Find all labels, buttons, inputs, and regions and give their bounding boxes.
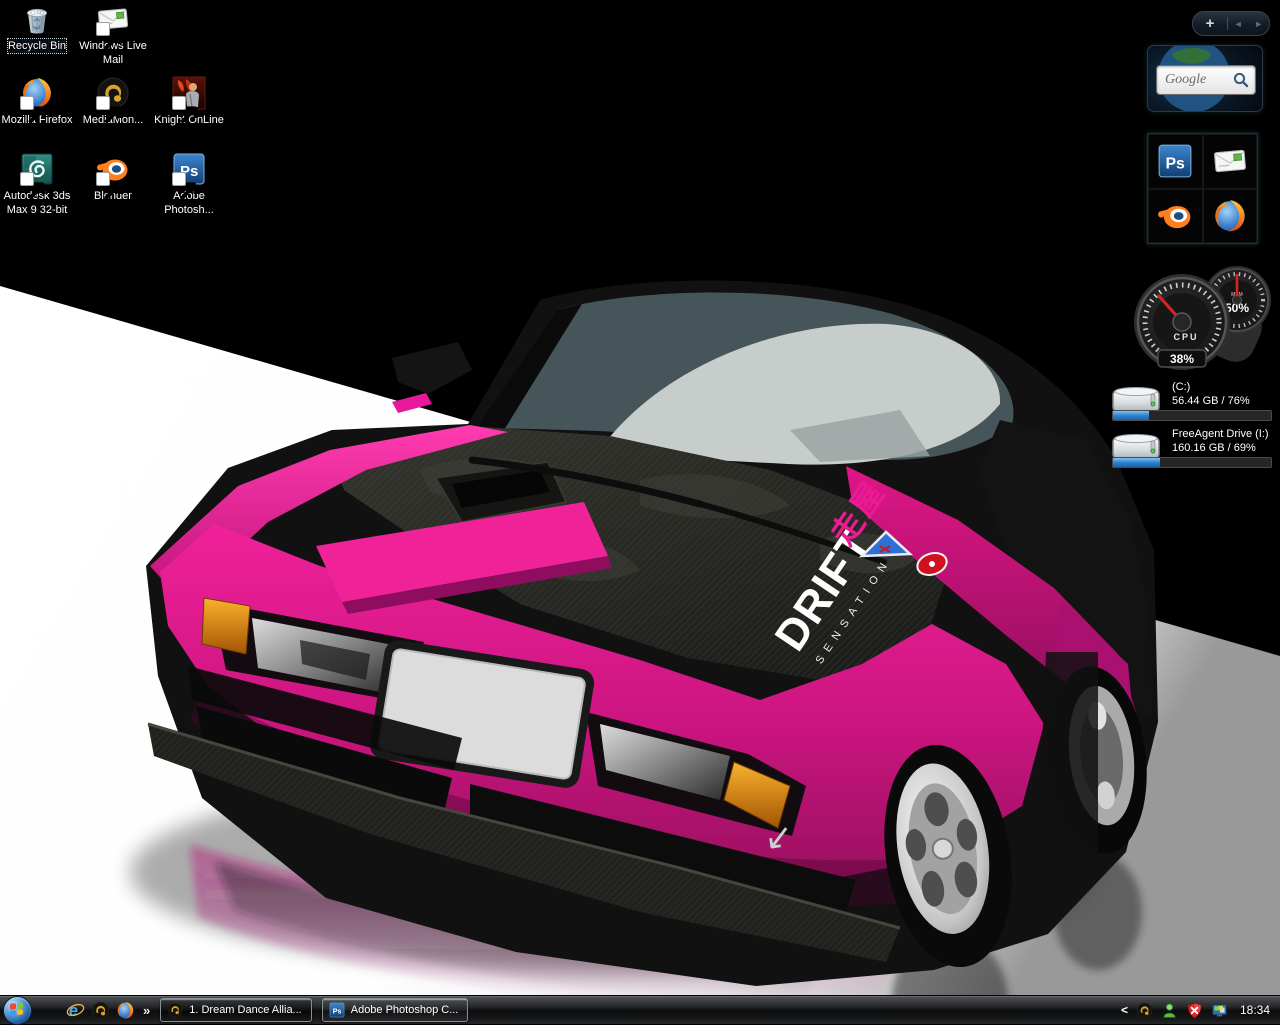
desktop-icon-knight-online[interactable]: Knight OnLine	[152, 76, 226, 127]
taskbar-button-label: 1. Dream Dance Allia...	[189, 1004, 302, 1016]
launcher-blender[interactable]	[1148, 188, 1203, 243]
shortcut-arrow-icon	[20, 96, 46, 124]
quick-launch-overflow-chevron[interactable]: »	[143, 1003, 150, 1018]
taskbar-button-label: Adobe Photoshop C...	[350, 1004, 459, 1016]
drive-meter-gadget: (C:) 56.44 GB / 76% FreeAgent Drive (I:)…	[1108, 380, 1272, 470]
desktop-icon-label: Recycle Bin	[6, 38, 68, 54]
taskbar: » 1. Dream Dance Allia... Adobe Photosho…	[0, 995, 1280, 1025]
launcher-mail[interactable]	[1202, 134, 1257, 189]
blender-icon	[1157, 198, 1193, 234]
taskbar-button-photoshop[interactable]: Adobe Photoshop C...	[321, 998, 469, 1022]
windows-flag-icon	[10, 1001, 24, 1016]
mail-icon	[1212, 143, 1248, 179]
drive-usage-fill	[1113, 458, 1161, 467]
cpu-label: CPU	[1173, 332, 1198, 342]
messenger-tray-icon[interactable]	[1161, 1002, 1178, 1019]
system-tray: < 18:34	[1121, 1002, 1280, 1019]
add-gadget-button[interactable]: +	[1193, 15, 1227, 32]
cpu-value: 38%	[1170, 352, 1194, 366]
photoshop-icon	[329, 1002, 345, 1018]
mediamonkey-icon	[96, 76, 130, 124]
drive-name: (C:)	[1172, 381, 1191, 393]
shortcut-arrow-icon	[96, 96, 122, 124]
desktop-icon-photoshop[interactable]: Adobe Photosh...	[152, 152, 226, 217]
3ds-max-icon	[20, 152, 54, 200]
firefox-icon	[1212, 198, 1248, 234]
blender-icon	[96, 152, 130, 200]
google-search-gadget: Google	[1147, 45, 1263, 112]
google-search-box[interactable]: Google	[1156, 65, 1256, 95]
firefox-icon[interactable]	[116, 1001, 135, 1020]
shortcut-arrow-icon	[172, 96, 198, 124]
drive-usage: 160.16 GB / 69%	[1172, 442, 1256, 454]
cpu-meter-gadget: MEM 50% CPU 38%	[1130, 262, 1280, 380]
drive-usage-bar	[1112, 457, 1272, 468]
quick-launch	[66, 1001, 135, 1020]
next-gadget-button[interactable]: ►	[1254, 19, 1263, 29]
drive-usage-fill	[1113, 411, 1150, 420]
display-tray-icon[interactable]	[1211, 1002, 1228, 1019]
desktop-icon-recycle-bin[interactable]: Recycle Bin	[0, 2, 74, 54]
search-placeholder: Google	[1165, 72, 1207, 87]
drive-usage-bar	[1112, 410, 1272, 421]
knight-online-icon	[172, 76, 206, 124]
internet-explorer-icon[interactable]	[66, 1001, 85, 1020]
launcher-photoshop[interactable]	[1148, 134, 1203, 189]
recycle-bin-icon	[20, 2, 54, 36]
security-alert-tray-icon[interactable]	[1186, 1002, 1203, 1019]
mediamonkey-tray-icon[interactable]	[1136, 1002, 1153, 1019]
prev-gadget-button[interactable]: ◄	[1234, 19, 1243, 29]
drive-usage: 56.44 GB / 76%	[1172, 395, 1250, 407]
firefox-icon	[20, 76, 54, 124]
search-icon[interactable]	[1232, 71, 1250, 89]
tray-chevron[interactable]: <	[1121, 1003, 1128, 1017]
photoshop-icon	[172, 152, 206, 200]
sidebar-add-gadget-control[interactable]: + ◄ ►	[1192, 11, 1270, 36]
launcher-firefox[interactable]	[1202, 188, 1257, 243]
app-launcher-gadget	[1147, 133, 1258, 244]
photoshop-icon	[1157, 143, 1193, 179]
desktop-icon-mediamonkey[interactable]: MediaMon...	[76, 76, 150, 127]
cpu-gauge: CPU 38%	[1134, 274, 1230, 370]
arrow-decal: ↙	[762, 816, 796, 858]
desktop-icon-windows-live-mail[interactable]: Windows Live Mail	[76, 2, 150, 67]
start-button[interactable]	[3, 995, 32, 1025]
desktop-icon-3ds-max[interactable]: Autodesk 3ds Max 9 32-bit	[0, 152, 74, 217]
mediamonkey-icon	[167, 1002, 183, 1018]
shortcut-arrow-icon	[20, 172, 46, 200]
mediamonkey-icon[interactable]	[91, 1001, 110, 1020]
desktop-icon-blender[interactable]: Blender	[76, 152, 150, 203]
shortcut-arrow-icon	[96, 22, 122, 50]
shortcut-arrow-icon	[172, 172, 198, 200]
clock[interactable]: 18:34	[1240, 1003, 1270, 1017]
shortcut-arrow-icon	[96, 172, 122, 200]
mail-icon	[96, 2, 130, 50]
taskbar-button-dream-dance[interactable]: 1. Dream Dance Allia...	[160, 998, 312, 1022]
desktop-icon-mozilla-firefox[interactable]: Mozilla Firefox	[0, 76, 74, 127]
drive-name: FreeAgent Drive (I:)	[1172, 428, 1269, 440]
